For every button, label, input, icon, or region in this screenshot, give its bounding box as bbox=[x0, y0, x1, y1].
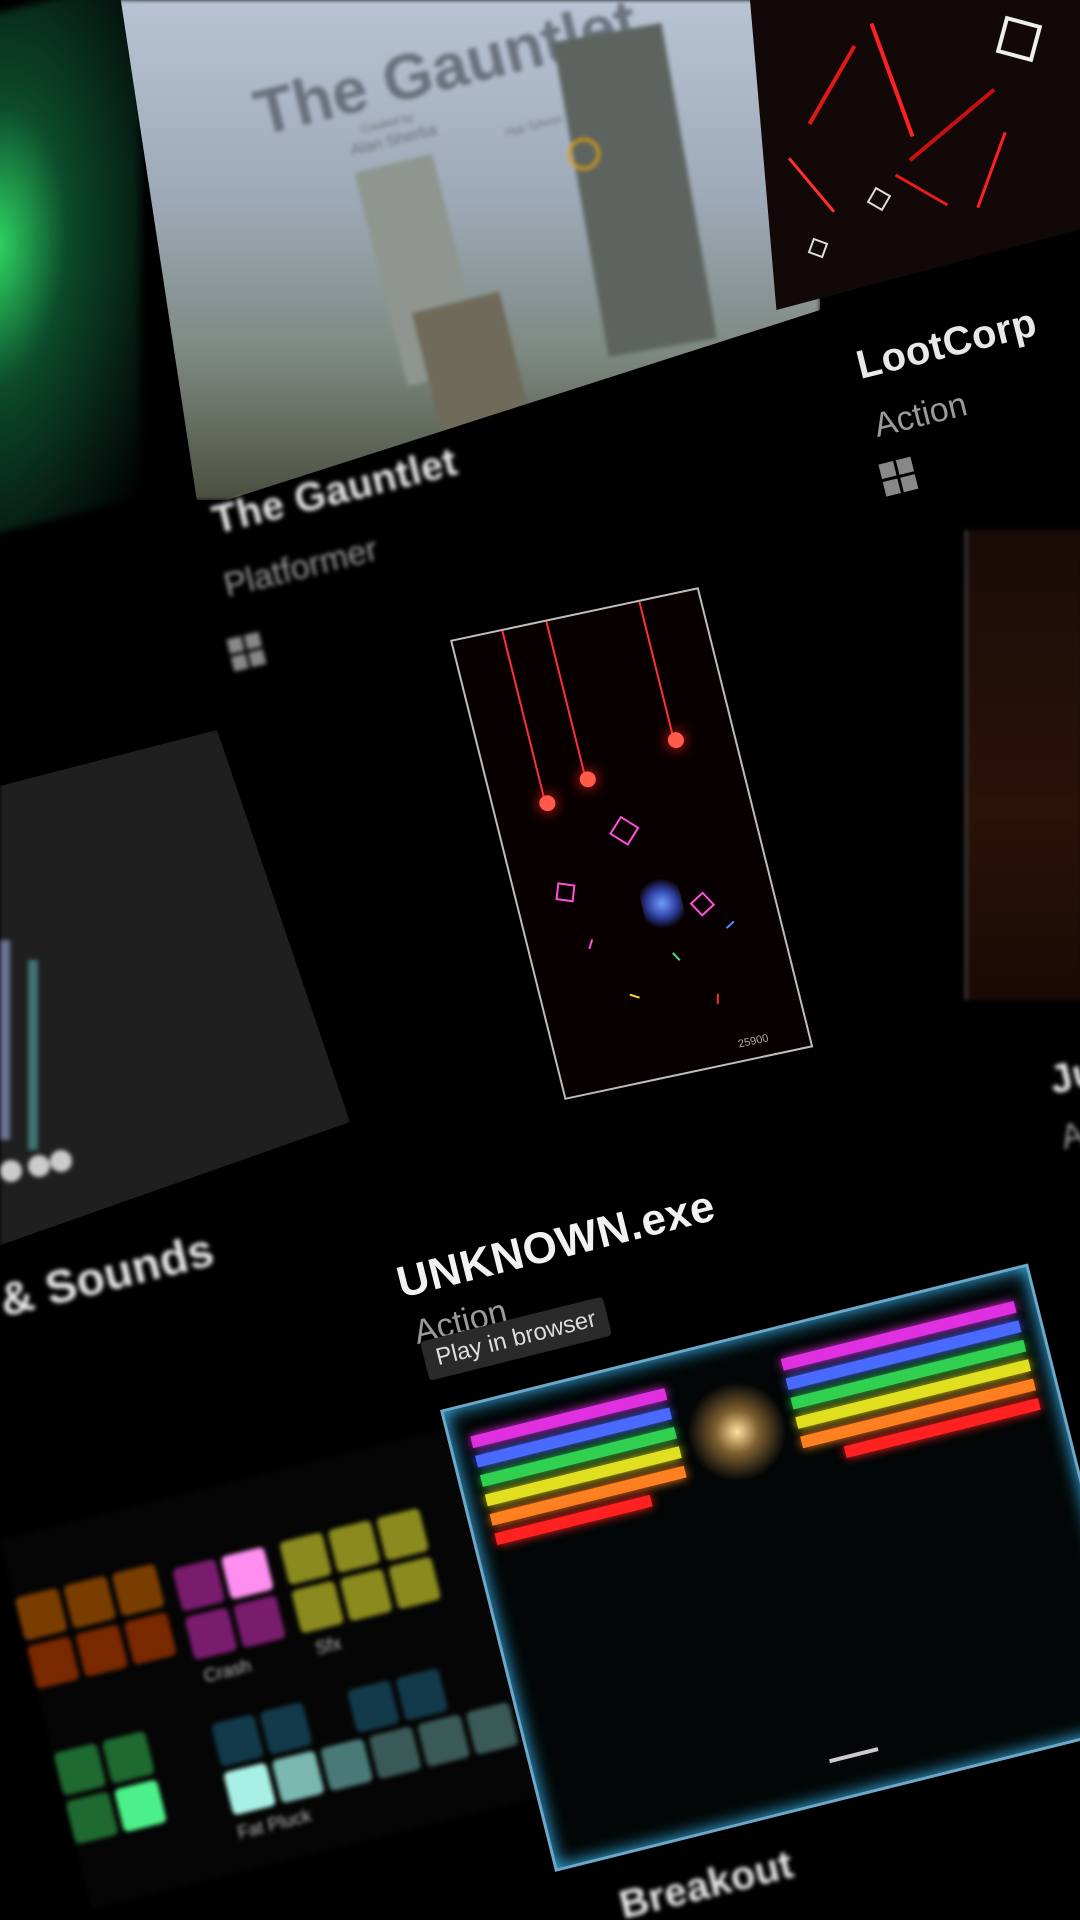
cover-ring bbox=[568, 138, 600, 170]
game-title[interactable]: Breakout bbox=[615, 1842, 798, 1920]
game-card-pads[interactable]: Crash Sfx Fat Pluck bbox=[0, 1428, 539, 1920]
game-title[interactable]: Ju bbox=[1045, 1048, 1080, 1103]
game-genre: A bbox=[1057, 1114, 1080, 1157]
pad-label: Sfx bbox=[313, 1632, 344, 1659]
game-card-the-gauntlet[interactable]: The Gauntlet Created by Alan Sherba Hyp … bbox=[60, 0, 820, 700]
windows-icon bbox=[226, 631, 267, 672]
cover-pillar-right bbox=[553, 22, 717, 358]
lootcorp-thumbnail[interactable] bbox=[750, 0, 1080, 310]
sounds-thumbnail[interactable] bbox=[0, 730, 350, 1246]
game-title[interactable]: LootCorp bbox=[852, 300, 1041, 388]
game-card-breakout[interactable]: x22 Breakout bbox=[440, 1263, 1080, 1920]
game-genre: Platformer bbox=[220, 530, 382, 605]
game-card-partial-right[interactable]: Ju A bbox=[965, 500, 1080, 1200]
score-readout: 25900 bbox=[736, 1032, 770, 1051]
game-card-lootcorp[interactable]: LootCorp Action bbox=[750, 0, 1080, 520]
breakout-score: x22 bbox=[898, 1263, 968, 1291]
cover-credit-2: Hyp Tyhoon bbox=[504, 113, 565, 139]
game-title[interactable]: & Sounds bbox=[0, 1222, 219, 1327]
game-grid-scene: The Gauntlet Created by Alan Sherba Hyp … bbox=[0, 0, 1080, 1920]
game-card-sounds[interactable]: & Sounds bbox=[0, 730, 350, 1330]
the-gauntlet-thumbnail[interactable]: The Gauntlet Created by Alan Sherba Hyp … bbox=[120, 0, 820, 500]
game-card-unknown-exe[interactable]: 25900 UNKNOWN.exe Action bbox=[380, 587, 814, 1380]
game-genre: Action bbox=[870, 385, 971, 445]
breakout-thumbnail[interactable]: x22 bbox=[440, 1263, 1080, 1872]
cover-bridge bbox=[411, 291, 539, 469]
partial-right-thumbnail[interactable] bbox=[965, 530, 1080, 1000]
unknown-exe-thumbnail[interactable]: 25900 bbox=[450, 587, 814, 1100]
pad-label: Crash bbox=[201, 1655, 254, 1687]
windows-icon bbox=[878, 456, 919, 497]
